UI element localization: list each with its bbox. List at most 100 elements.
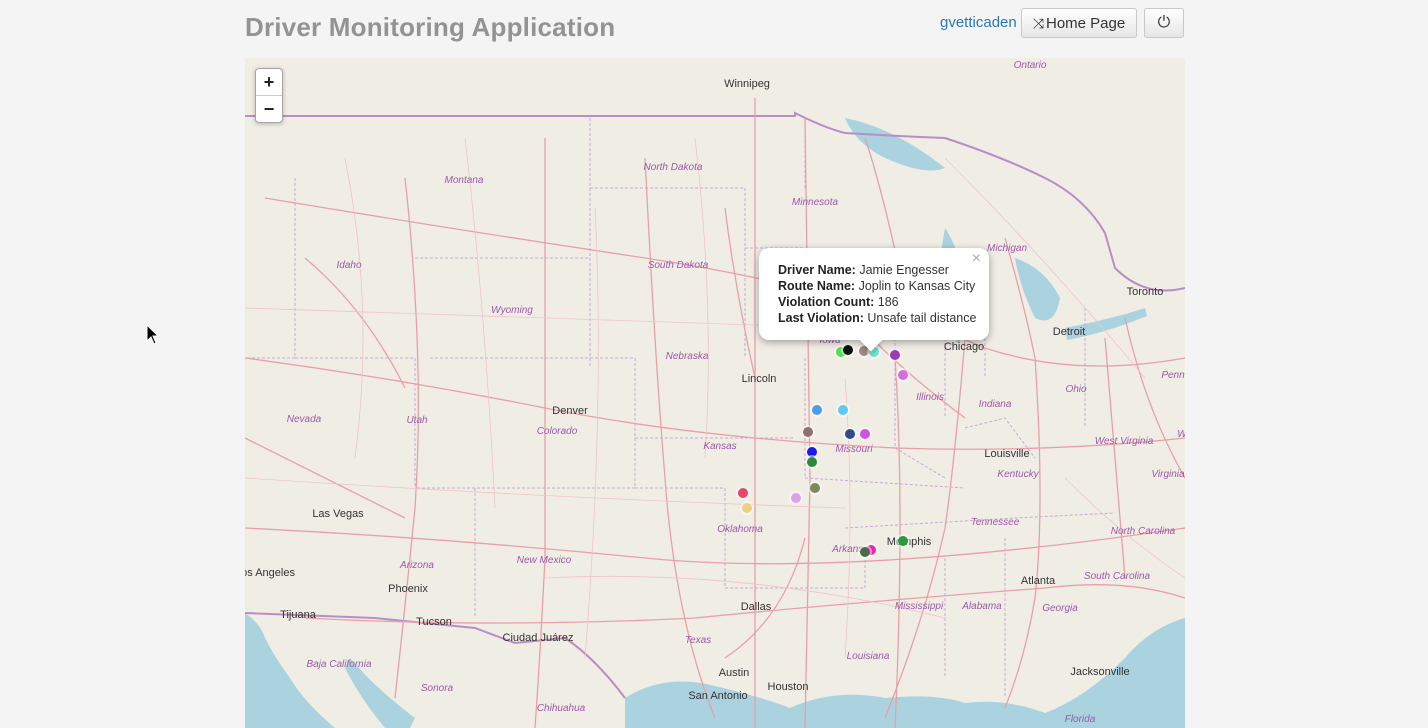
- zoom-control: + −: [255, 68, 283, 123]
- route-name-label: Route Name:: [778, 279, 856, 293]
- city-label: Winnipeg: [724, 78, 770, 90]
- city-label: Memphis: [886, 536, 932, 548]
- region-label: Ontario: [1013, 60, 1047, 71]
- last-violation-label: Last Violation:: [778, 311, 864, 325]
- region-label: South Dakota: [647, 260, 709, 271]
- region-label: Sonora: [420, 683, 454, 694]
- driver-marker[interactable]: [742, 503, 752, 513]
- logout-button[interactable]: ⏻: [1144, 8, 1184, 38]
- driver-marker[interactable]: [898, 536, 908, 546]
- region-label: Oklahoma: [717, 524, 763, 535]
- app-title: Driver Monitoring Application: [245, 12, 616, 42]
- city-label: Dallas: [740, 601, 772, 613]
- driver-name-row: Driver Name: Jamie Engesser: [778, 262, 979, 278]
- region-label: Chihuahua: [536, 703, 586, 714]
- driver-marker[interactable]: [845, 429, 855, 439]
- city-label: Chicago: [943, 341, 985, 353]
- region-label: North Dakota: [643, 162, 703, 173]
- city-label: Ciudad Juárez: [502, 632, 574, 644]
- region-label: West Virginia: [1094, 436, 1154, 447]
- region-label: Baja California: [306, 659, 372, 670]
- region-label: W: [1177, 429, 1185, 440]
- city-label: Tucson: [416, 616, 452, 628]
- driver-marker[interactable]: [812, 405, 822, 415]
- region-label: Virginia: [1151, 469, 1185, 480]
- region-label: Ohio: [1065, 384, 1087, 395]
- region-label: Nevada: [286, 414, 322, 425]
- city-label: Atlanta: [1020, 575, 1056, 587]
- driver-marker[interactable]: [803, 427, 813, 437]
- region-label: Minnesota: [791, 197, 839, 208]
- home-page-button[interactable]: ⤨ Home Page: [1021, 8, 1137, 38]
- violation-count-row: Violation Count: 186: [778, 294, 979, 310]
- arrow-cursor-icon: [146, 324, 160, 345]
- region-label: South Carolina: [1083, 571, 1151, 582]
- driver-marker[interactable]: [898, 370, 908, 380]
- region-label: Idaho: [336, 260, 362, 271]
- driver-marker[interactable]: [810, 483, 820, 493]
- region-label: Louisiana: [846, 651, 890, 662]
- driver-info-popup: × Driver Name: Jamie Engesser Route Name…: [759, 248, 989, 352]
- region-label: Texas: [684, 635, 712, 646]
- region-label: Alabama: [962, 601, 1002, 612]
- region-label: Tennessee: [970, 517, 1020, 528]
- power-icon: ⏻: [1157, 14, 1171, 31]
- region-label: Michigan: [986, 243, 1028, 254]
- region-label: Nebraska: [665, 351, 709, 362]
- driver-marker[interactable]: [838, 405, 848, 415]
- driver-marker[interactable]: [807, 457, 817, 467]
- last-violation-value: Unsafe tail distance: [867, 311, 977, 325]
- driver-name-label: Driver Name:: [778, 263, 856, 277]
- region-label: North Carolina: [1110, 526, 1176, 537]
- region-label: Utah: [406, 415, 428, 426]
- region-label: Colorado: [536, 426, 578, 437]
- city-label: Austin: [718, 667, 750, 679]
- region-label: Kansas: [703, 441, 737, 452]
- city-label: Toronto: [1126, 286, 1164, 298]
- region-label: Florida: [1064, 714, 1096, 725]
- city-label: Louisville: [984, 448, 1030, 460]
- region-label: Arizona: [400, 560, 434, 571]
- violation-count-label: Violation Count:: [778, 295, 875, 309]
- driver-marker[interactable]: [860, 429, 870, 439]
- driver-marker[interactable]: [860, 547, 870, 557]
- driver-name-value: Jamie Engesser: [859, 263, 949, 277]
- region-label: Kentucky: [997, 469, 1039, 480]
- city-label: Los Angeles: [245, 567, 295, 579]
- city-label: Phoenix: [388, 583, 428, 595]
- region-label: Missouri: [835, 444, 873, 455]
- driver-marker[interactable]: [738, 488, 748, 498]
- region-label: Wyoming: [491, 305, 533, 316]
- zoom-out-button[interactable]: −: [256, 95, 282, 122]
- violation-count-value: 186: [877, 295, 899, 309]
- region-label: Illinois: [916, 392, 944, 403]
- region-label: New Mexico: [516, 555, 572, 566]
- driver-marker[interactable]: [843, 345, 853, 355]
- driver-marker[interactable]: [807, 447, 817, 457]
- driver-marker[interactable]: [791, 493, 801, 503]
- map[interactable]: + − Ontario North Dakota Montana Minneso…: [245, 58, 1185, 728]
- city-label: Las Vegas: [312, 508, 364, 520]
- home-page-label: Home Page: [1045, 14, 1126, 32]
- route-name-value: Joplin to Kansas City: [858, 279, 976, 293]
- city-label: Jacksonville: [1070, 666, 1130, 678]
- city-label: Houston: [767, 681, 809, 693]
- region-label: Indiana: [978, 399, 1012, 410]
- city-label: Tijuana: [280, 609, 316, 621]
- close-popup-button[interactable]: ×: [972, 251, 981, 267]
- map-basemap: [245, 98, 1185, 728]
- region-label: Penn: [1161, 370, 1185, 381]
- region-label: Mississippi: [894, 601, 944, 612]
- city-label: Denver: [552, 405, 588, 417]
- city-label: San Antonio: [688, 690, 748, 702]
- region-label: Montana: [444, 175, 484, 186]
- last-violation-row: Last Violation: Unsafe tail distance: [778, 310, 979, 326]
- region-label: Georgia: [1042, 603, 1078, 614]
- zoom-in-button[interactable]: +: [256, 69, 282, 95]
- user-link[interactable]: gvetticaden: [940, 14, 1017, 31]
- route-name-row: Route Name: Joplin to Kansas City: [778, 278, 979, 294]
- city-label: Detroit: [1052, 326, 1086, 338]
- shuffle-icon: ⤨: [1032, 14, 1044, 31]
- city-label: Lincoln: [741, 373, 777, 385]
- driver-marker[interactable]: [890, 350, 900, 360]
